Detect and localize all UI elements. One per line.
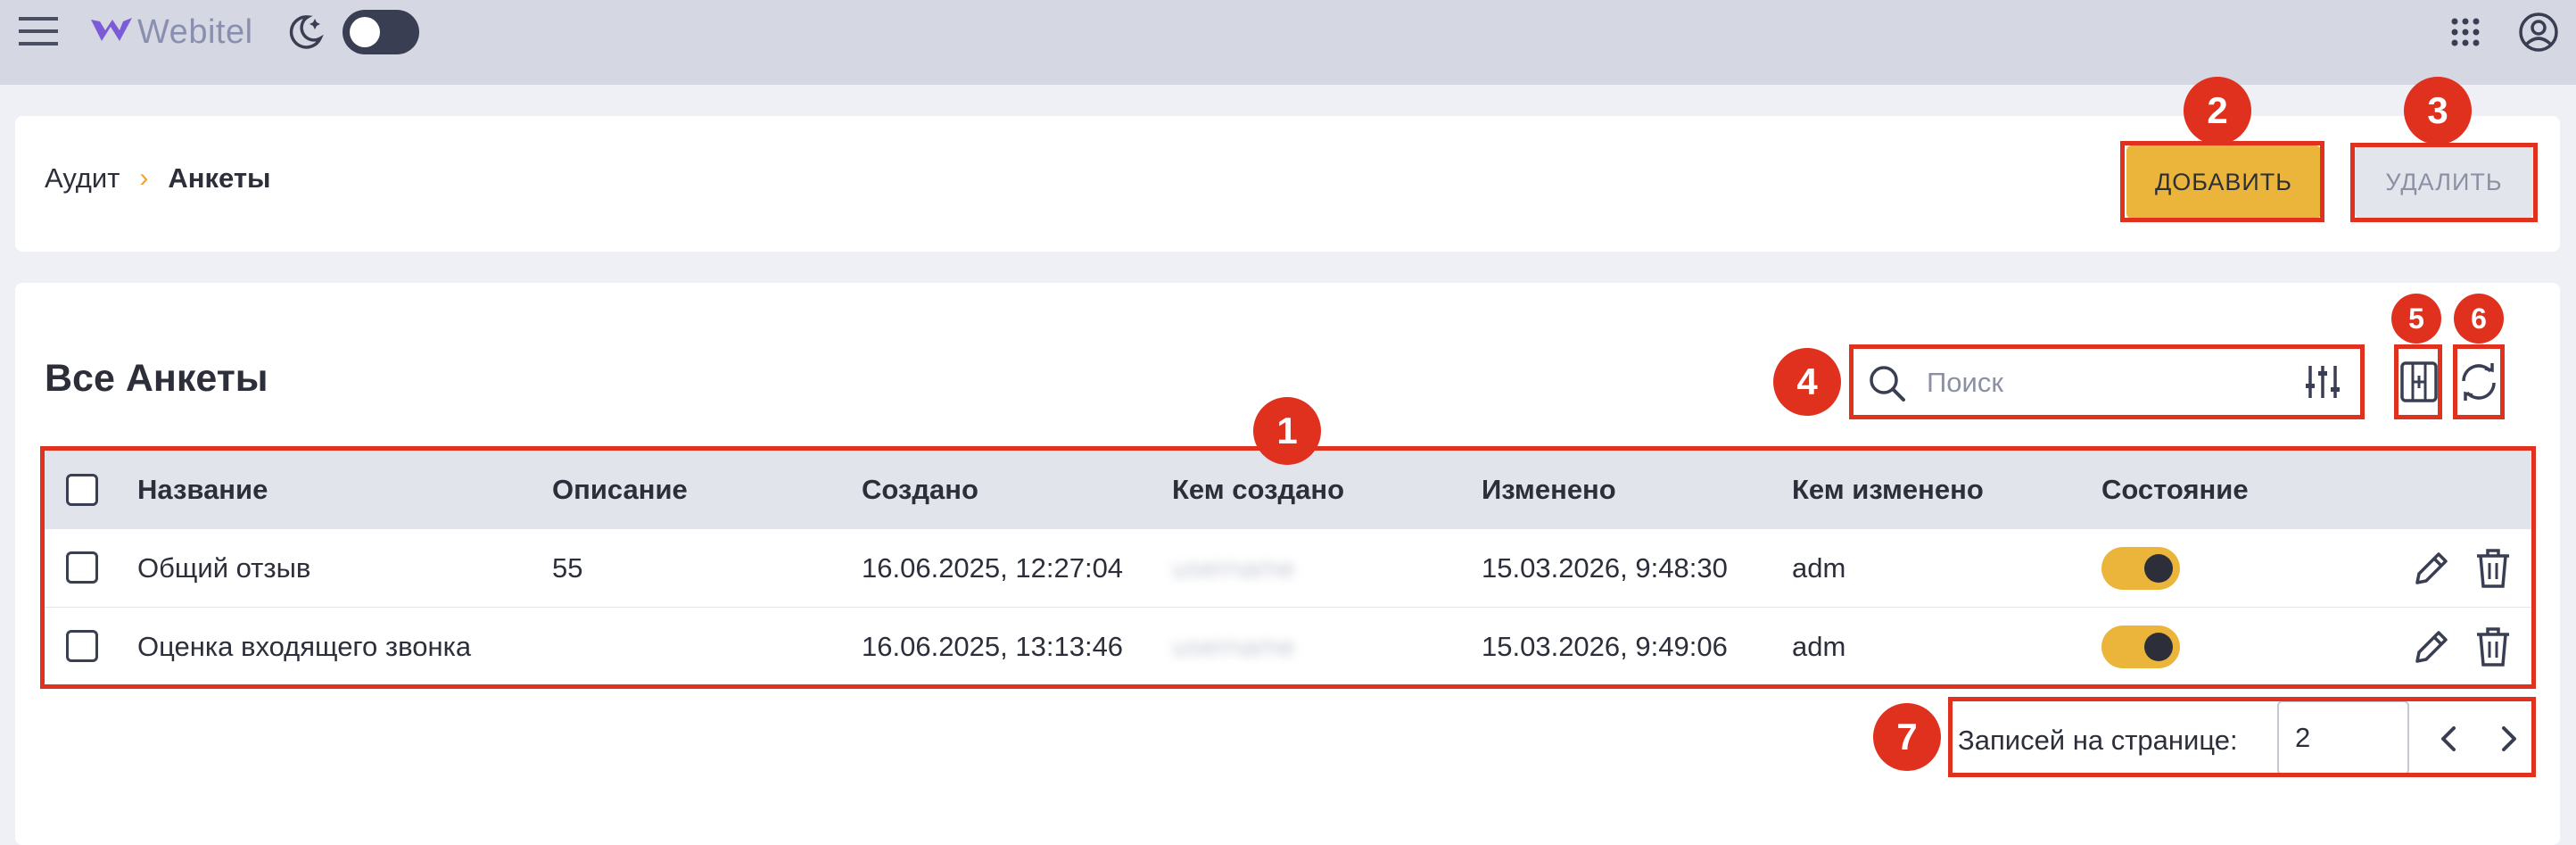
theme-toggle-knob xyxy=(350,17,380,47)
breadcrumb: Аудит › Анкеты xyxy=(45,162,271,195)
annotation-box-table xyxy=(40,446,2536,689)
theme-toggle[interactable] xyxy=(343,10,419,54)
marker-6: 6 xyxy=(2454,294,2504,344)
app-logo[interactable]: Webitel xyxy=(89,11,253,54)
webitel-logo-icon xyxy=(89,14,134,51)
marker-2: 2 xyxy=(2184,77,2251,145)
breadcrumb-parent[interactable]: Аудит xyxy=(45,162,120,195)
top-bar: Webitel xyxy=(0,0,2576,85)
marker-1: 1 xyxy=(1253,397,1321,465)
breadcrumb-current: Анкеты xyxy=(168,162,271,194)
marker-7: 7 xyxy=(1873,703,1941,771)
menu-icon[interactable] xyxy=(16,9,61,54)
apps-grid-icon[interactable] xyxy=(2444,11,2487,54)
user-circle-icon[interactable] xyxy=(2515,9,2562,55)
marker-5: 5 xyxy=(2391,294,2441,344)
annotation-box-refresh xyxy=(2453,344,2505,419)
annotation-box-search xyxy=(1849,344,2365,419)
chevron-right-icon: › xyxy=(139,163,149,193)
annotation-box-delete xyxy=(2350,143,2538,222)
marker-4: 4 xyxy=(1773,348,1841,416)
annotation-box-columns xyxy=(2394,344,2442,419)
app-name: Webitel xyxy=(137,12,253,51)
annotation-box-pagination xyxy=(1948,697,2536,777)
section-title: Все Анкеты xyxy=(45,357,268,400)
moon-stars-icon xyxy=(282,9,328,55)
annotation-box-add xyxy=(2120,141,2324,222)
marker-3: 3 xyxy=(2404,77,2472,145)
